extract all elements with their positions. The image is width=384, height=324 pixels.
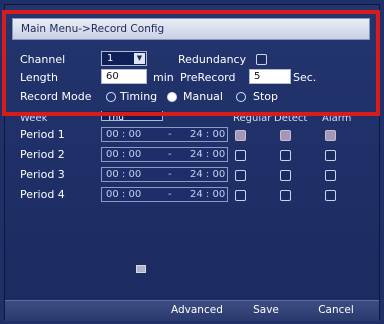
period-alarm-checkbox[interactable] bbox=[325, 130, 336, 141]
dialog-title: Main Menu->Record Config bbox=[21, 23, 165, 35]
channel-label: Channel bbox=[20, 53, 66, 66]
length-value: 60 bbox=[106, 71, 119, 82]
period-end: 24 : 00 bbox=[190, 169, 226, 180]
period-time-range[interactable]: 00 : 00 - 24 : 00 bbox=[101, 187, 228, 202]
period-regular-checkbox[interactable] bbox=[235, 190, 246, 201]
column-detect: Detect bbox=[274, 113, 308, 124]
period-sep: - bbox=[168, 149, 172, 160]
period-end: 24 : 00 bbox=[190, 149, 226, 160]
period-label: Period 3 bbox=[20, 168, 65, 181]
prerecord-input[interactable]: 5 bbox=[249, 69, 291, 84]
prerecord-unit: Sec. bbox=[293, 71, 317, 84]
period-detect-checkbox[interactable] bbox=[280, 170, 291, 181]
radio-timing[interactable] bbox=[106, 92, 116, 102]
period-alarm-checkbox[interactable] bbox=[325, 190, 336, 201]
prerecord-label: PreRecord bbox=[180, 71, 236, 84]
period-sep: - bbox=[168, 129, 172, 140]
period-time-range[interactable]: 00 : 00 - 24 : 00 bbox=[101, 167, 228, 182]
radio-manual[interactable] bbox=[167, 92, 177, 102]
length-input[interactable]: 60 bbox=[101, 69, 147, 84]
period-start: 00 : 00 bbox=[106, 149, 142, 160]
period-time-range[interactable]: 00 : 00 - 24 : 00 bbox=[101, 127, 228, 142]
dialog-frame bbox=[4, 4, 380, 320]
mode-manual-label: Manual bbox=[183, 90, 223, 103]
copy-icon[interactable] bbox=[136, 265, 146, 273]
redundancy-label: Redundancy bbox=[178, 53, 247, 66]
chevron-down-icon: ▼ bbox=[134, 53, 145, 64]
period-regular-checkbox[interactable] bbox=[235, 130, 246, 141]
channel-value: 1 bbox=[107, 53, 114, 64]
mode-timing-label: Timing bbox=[120, 90, 158, 103]
period-sep: - bbox=[168, 169, 172, 180]
column-alarm: Alarm bbox=[322, 113, 352, 124]
period-start: 00 : 00 bbox=[106, 129, 142, 140]
mode-stop-label: Stop bbox=[253, 90, 279, 103]
length-unit: min bbox=[153, 71, 174, 84]
advanced-button[interactable]: Advanced bbox=[171, 303, 223, 318]
length-label: Length bbox=[20, 71, 58, 84]
redundancy-checkbox[interactable] bbox=[256, 54, 267, 65]
dialog-titlebar: Main Menu->Record Config bbox=[12, 18, 370, 40]
period-detect-checkbox[interactable] bbox=[280, 150, 291, 161]
period-label: Period 1 bbox=[20, 128, 65, 141]
week-select[interactable]: Thu bbox=[101, 111, 163, 123]
period-start: 00 : 00 bbox=[106, 169, 142, 180]
prerecord-value: 5 bbox=[254, 71, 261, 82]
cancel-button[interactable]: Cancel bbox=[313, 303, 359, 318]
channel-select[interactable]: 1 ▼ bbox=[101, 51, 147, 66]
save-button[interactable]: Save bbox=[249, 303, 283, 318]
period-end: 24 : 00 bbox=[190, 129, 226, 140]
column-regular: Regular bbox=[233, 113, 272, 124]
period-regular-checkbox[interactable] bbox=[235, 170, 246, 181]
period-label: Period 4 bbox=[20, 188, 65, 201]
period-alarm-checkbox[interactable] bbox=[325, 170, 336, 181]
period-regular-checkbox[interactable] bbox=[235, 150, 246, 161]
period-label: Period 2 bbox=[20, 148, 65, 161]
week-label: Week bbox=[20, 113, 48, 124]
period-end: 24 : 00 bbox=[190, 189, 226, 200]
period-time-range[interactable]: 00 : 00 - 24 : 00 bbox=[101, 147, 228, 162]
period-detect-checkbox[interactable] bbox=[280, 130, 291, 141]
radio-stop[interactable] bbox=[236, 92, 246, 102]
record-mode-label: Record Mode bbox=[20, 90, 92, 103]
period-sep: - bbox=[168, 189, 172, 200]
week-value: Thu bbox=[107, 113, 124, 123]
period-start: 00 : 00 bbox=[106, 189, 142, 200]
period-detect-checkbox[interactable] bbox=[280, 190, 291, 201]
period-alarm-checkbox[interactable] bbox=[325, 150, 336, 161]
